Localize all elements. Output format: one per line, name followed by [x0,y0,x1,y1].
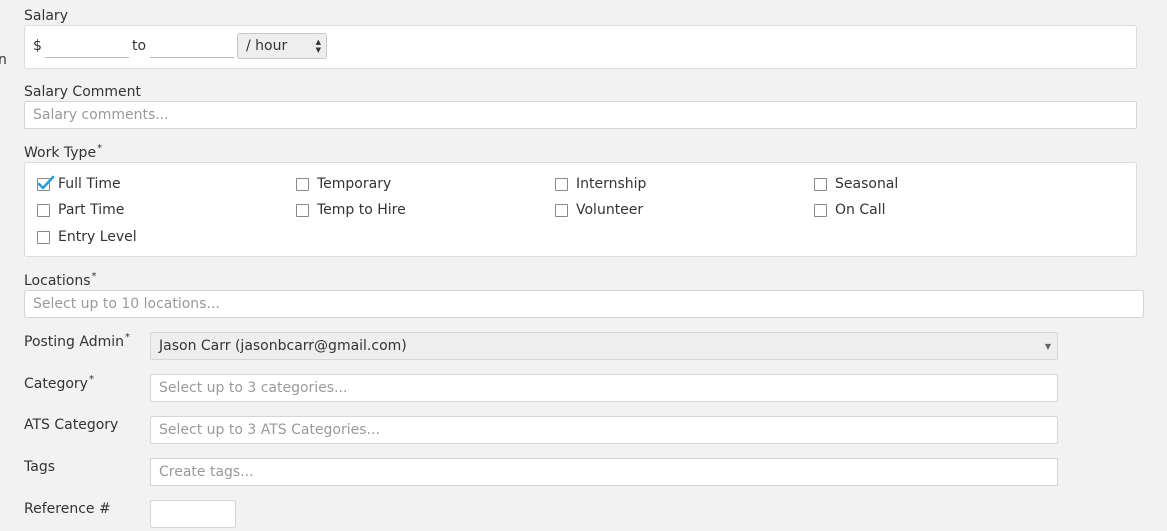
work-type-seasonal[interactable]: Seasonal [814,176,898,192]
salary-comment-input[interactable] [24,101,1137,129]
salary-to-text: to [132,38,147,54]
checkbox[interactable] [555,203,568,217]
checkbox[interactable] [814,203,827,217]
salary-rate-select[interactable]: / hour ▲ ▼ [237,33,327,59]
salary-from-input[interactable] [45,36,129,58]
posting-admin-label: Posting Admin* [24,332,131,350]
required-mark: * [88,374,94,385]
work-type-panel: Full Time Temporary Internship Seasonal … [24,162,1137,257]
ats-category-label: ATS Category [24,417,119,433]
reference-input[interactable] [150,500,236,528]
work-type-full-time[interactable]: Full Time [37,175,121,192]
clipped-side-label: n [0,52,7,68]
checkbox[interactable] [37,230,50,244]
work-type-internship[interactable]: Internship [555,176,646,192]
salary-to-input[interactable] [150,36,234,58]
up-down-arrows-icon: ▲ ▼ [315,38,321,54]
reference-label: Reference # [24,501,111,517]
work-type-temp-to-hire[interactable]: Temp to Hire [296,202,406,218]
category-label: Category* [24,374,94,392]
required-mark: * [125,332,131,343]
locations-label: Locations* [24,271,97,289]
work-type-temporary[interactable]: Temporary [296,176,391,192]
required-mark: * [97,143,103,154]
tags-label: Tags [24,459,55,475]
work-type-on-call[interactable]: On Call [814,202,885,218]
checkbox-checked[interactable] [37,175,55,191]
salary-rate-value: / hour [246,38,288,54]
checkbox[interactable] [296,177,309,191]
salary-panel: $ to / hour ▲ ▼ [24,25,1137,69]
work-type-entry-level[interactable]: Entry Level [37,229,137,245]
required-mark: * [91,271,97,282]
salary-comment-label: Salary Comment [24,84,142,100]
tags-input[interactable] [150,458,1058,486]
work-type-part-time[interactable]: Part Time [37,202,124,218]
checkmark-icon [37,175,55,189]
checkbox[interactable] [814,177,827,191]
currency-symbol: $ [33,38,42,54]
category-input[interactable] [150,374,1058,402]
work-type-volunteer[interactable]: Volunteer [555,202,643,218]
posting-admin-value: Jason Carr (jasonbcarr@gmail.com) [159,338,407,354]
checkbox[interactable] [555,177,568,191]
caret-down-icon: ▼ [1044,342,1051,351]
checkbox[interactable] [296,203,309,217]
work-type-label: Work Type* [24,143,103,161]
salary-label: Salary [24,8,68,24]
checkbox[interactable] [37,203,50,217]
ats-category-input[interactable] [150,416,1058,444]
locations-input[interactable] [24,290,1144,318]
posting-admin-select[interactable]: Jason Carr (jasonbcarr@gmail.com) ▼ [150,332,1058,360]
